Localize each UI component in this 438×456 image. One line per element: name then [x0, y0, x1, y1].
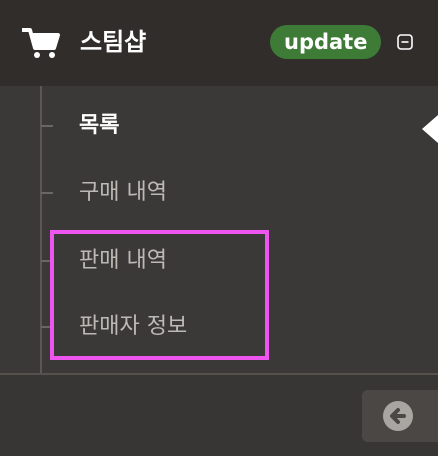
- tree-branch: [41, 125, 53, 127]
- app-title: 스팀샵: [80, 28, 147, 56]
- menu-item-list[interactable]: 목록: [0, 94, 430, 158]
- cart-icon[interactable]: [22, 27, 60, 59]
- menu-item-purchase-history[interactable]: 구매 내역: [0, 161, 430, 225]
- tree-branch: [41, 192, 53, 194]
- menu-item-label: 목록: [79, 113, 120, 138]
- update-badge[interactable]: update: [270, 25, 382, 59]
- back-button[interactable]: [362, 390, 438, 442]
- collapse-minus-icon[interactable]: [397, 34, 413, 50]
- menu-item-label: 구매 내역: [79, 180, 167, 205]
- highlight-annotation-box: [50, 230, 269, 360]
- header: 스팀샵 update: [0, 0, 438, 86]
- active-indicator-caret: [422, 115, 438, 143]
- arrow-left-circle-icon: [383, 401, 413, 431]
